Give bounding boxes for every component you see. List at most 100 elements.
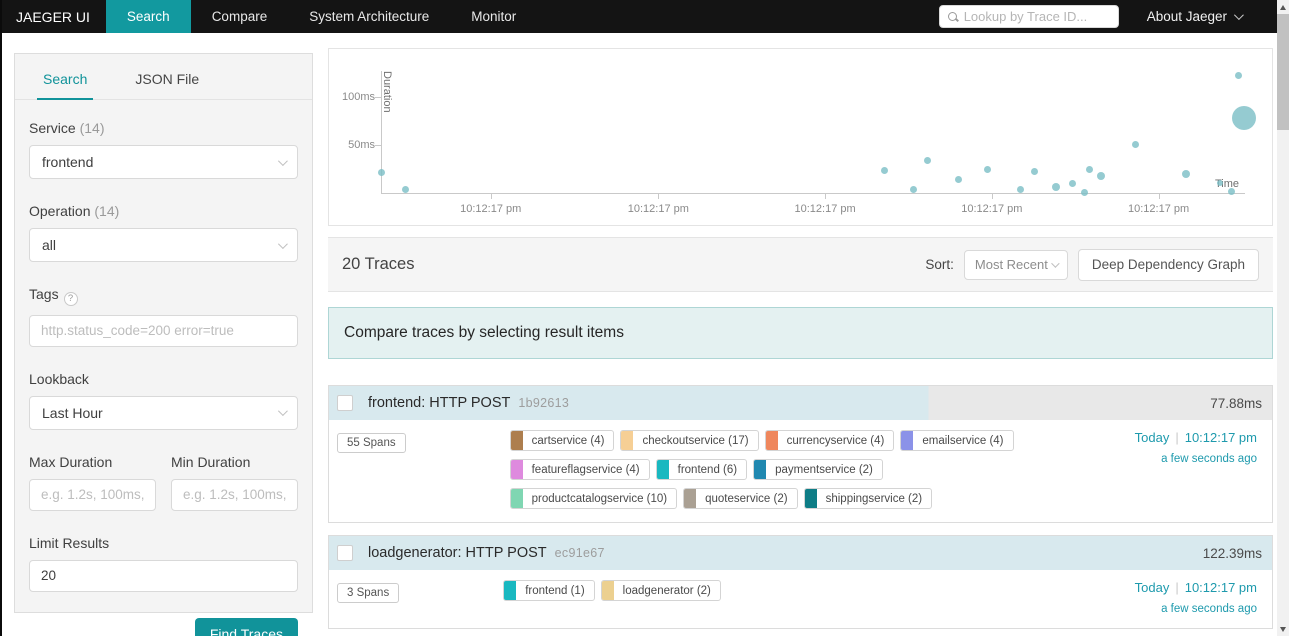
- nav-item-search[interactable]: Search: [105, 0, 191, 33]
- service-chip-cartservice-4: cartservice (4): [509, 430, 615, 451]
- trace-result-card: loadgenerator: HTTP POST ec91e67 122.39m…: [328, 535, 1273, 629]
- trace-scatter-point[interactable]: [1182, 169, 1191, 178]
- find-traces-button[interactable]: Find Traces: [194, 617, 298, 636]
- trace-scatter-point[interactable]: [1080, 188, 1088, 196]
- max-duration-label: Max Duration: [29, 453, 113, 470]
- service-color-swatch: [510, 489, 523, 508]
- service-color-swatch: [601, 581, 614, 600]
- service-color-swatch: [510, 431, 523, 450]
- trace-scatter-point[interactable]: [377, 169, 385, 177]
- trace-scatter-point[interactable]: [1235, 72, 1243, 79]
- nav-item-system-architecture[interactable]: System Architecture: [288, 0, 450, 33]
- trace-timing: Today | 10:12:17 pm a few seconds ago: [1085, 580, 1260, 615]
- trace-header[interactable]: loadgenerator: HTTP POST ec91e67 122.39m…: [329, 536, 1272, 570]
- trace-body: 55 Spans cartservice (4) checkoutservice …: [329, 420, 1272, 522]
- deep-dependency-graph-button[interactable]: Deep Dependency Graph: [1077, 248, 1259, 281]
- trace-body: 3 Spans frontend (1) loadgenerator (2) To…: [329, 570, 1272, 628]
- trace-result-card: frontend: HTTP POST 1b92613 77.88ms 55 S…: [328, 385, 1273, 523]
- trace-scatter-point[interactable]: [1051, 183, 1060, 192]
- help-icon[interactable]: ?: [63, 291, 78, 306]
- service-chip-frontend-6: frontend (6): [655, 459, 748, 480]
- service-chip-quoteservice-2: quoteservice (2): [683, 488, 798, 509]
- main-content: Duration Time 50ms 100ms 10:12:17 pm 10:12:…: [328, 33, 1273, 636]
- scroll-up-arrow-icon[interactable]: [1277, 0, 1289, 14]
- limit-results-label: Limit Results: [29, 534, 110, 551]
- service-chip-checkoutservice-17: checkoutservice (17): [620, 430, 759, 451]
- service-chip-emailservice-4: emailservice (4): [900, 430, 1014, 451]
- trace-scatter-point[interactable]: [923, 156, 931, 164]
- lookback-select[interactable]: Last Hour: [29, 395, 298, 430]
- navbar-right: About Jaeger: [938, 0, 1277, 33]
- trace-checkbox[interactable]: [337, 395, 353, 411]
- scroll-down-arrow-icon[interactable]: [1277, 622, 1289, 636]
- trace-scatter-point[interactable]: [1227, 187, 1235, 195]
- service-select[interactable]: frontend: [29, 145, 298, 179]
- about-jaeger-label: About Jaeger: [1146, 9, 1227, 24]
- trace-id-search-box[interactable]: [938, 5, 1119, 28]
- operation-select[interactable]: all: [29, 228, 298, 262]
- sort-select-value: Most Recent: [974, 257, 1048, 272]
- service-chip-featureflagservice-4: featureflagservice (4): [509, 459, 650, 480]
- min-duration-input[interactable]: [171, 478, 298, 511]
- service-chip-area: frontend (1) loadgenerator (2): [503, 580, 1055, 615]
- x-axis-line: [381, 193, 1245, 194]
- y-axis-title: Duration: [381, 71, 393, 113]
- about-jaeger-menu[interactable]: About Jaeger: [1146, 9, 1244, 24]
- vertical-scrollbar[interactable]: [1277, 0, 1289, 636]
- service-select-value: frontend: [42, 154, 94, 170]
- service-color-swatch: [804, 489, 817, 508]
- search-sidebar: Search JSON File Service (14) frontend Op…: [2, 33, 328, 636]
- tags-input[interactable]: [29, 314, 298, 347]
- service-color-swatch: [765, 431, 778, 450]
- scatter-plot-card: Duration Time 50ms 100ms 10:12:17 pm 10:12:…: [328, 48, 1273, 226]
- trace-relative-time: a few seconds ago: [1161, 603, 1257, 615]
- sort-select[interactable]: Most Recent: [963, 249, 1068, 280]
- trace-scatter-point[interactable]: [909, 185, 917, 193]
- limit-results-input[interactable]: [29, 559, 298, 592]
- service-chip-productcatalogservice-10: productcatalogservice (10): [509, 488, 678, 509]
- duration-scatter-chart[interactable]: Duration Time 50ms 100ms 10:12:17 pm 10:12:…: [329, 49, 1272, 225]
- trace-date: Today: [1134, 580, 1170, 595]
- top-navbar: JAEGER UI Search Compare System Architectu…: [0, 0, 1277, 33]
- x-tick-label: 10:12:17 pm: [627, 203, 689, 215]
- trace-id: 1b92613: [518, 396, 570, 410]
- min-duration-label: Min Duration: [171, 453, 251, 470]
- sort-label: Sort:: [925, 257, 954, 272]
- x-tick-label: 10:12:17 pm: [460, 203, 522, 215]
- x-tick-label: 10:12:17 pm: [794, 203, 856, 215]
- trace-scatter-point[interactable]: [1232, 106, 1257, 131]
- service-color-swatch: [504, 581, 517, 600]
- trace-time: 10:12:17 pm: [1184, 580, 1257, 595]
- trace-scatter-point[interactable]: [1068, 179, 1076, 187]
- tags-label: Tags?: [29, 286, 298, 306]
- scrollbar-thumb[interactable]: [1277, 14, 1289, 130]
- trace-scatter-point[interactable]: [1030, 168, 1038, 176]
- trace-scatter-point[interactable]: [401, 185, 409, 193]
- results-header-bar: 20 Traces Sort: Most Recent Deep Depende…: [328, 237, 1273, 292]
- chevron-down-icon: [1233, 10, 1244, 21]
- trace-relative-time: a few seconds ago: [1161, 453, 1257, 465]
- trace-list: frontend: HTTP POST 1b92613 77.88ms 55 S…: [328, 385, 1273, 636]
- service-label: Service (14): [29, 120, 105, 136]
- trace-scatter-point[interactable]: [984, 165, 992, 173]
- nav-item-monitor[interactable]: Monitor: [450, 0, 537, 33]
- search-icon: [947, 11, 958, 22]
- sidebar-tab-json-file[interactable]: JSON File: [129, 71, 205, 99]
- max-duration-input[interactable]: [29, 478, 156, 511]
- sidebar-tab-search[interactable]: Search: [37, 71, 94, 100]
- trace-scatter-point[interactable]: [1085, 165, 1093, 173]
- trace-scatter-point[interactable]: [954, 176, 962, 184]
- trace-id-search-input[interactable]: [963, 9, 1110, 24]
- service-color-swatch: [901, 431, 914, 450]
- navbar-menu: Search Compare System Architecture Monitor: [105, 0, 537, 33]
- operation-select-value: all: [42, 237, 57, 253]
- trace-header[interactable]: frontend: HTTP POST 1b92613 77.88ms: [329, 386, 1272, 420]
- trace-scatter-point[interactable]: [1131, 140, 1139, 148]
- trace-checkbox[interactable]: [337, 545, 353, 561]
- trace-scatter-point[interactable]: [1016, 185, 1024, 193]
- trace-scatter-point[interactable]: [881, 167, 889, 175]
- trace-timing: Today | 10:12:17 pm a few seconds ago: [1085, 430, 1260, 509]
- app-brand[interactable]: JAEGER UI: [0, 0, 106, 33]
- trace-scatter-point[interactable]: [1096, 171, 1105, 180]
- nav-item-compare[interactable]: Compare: [191, 0, 289, 33]
